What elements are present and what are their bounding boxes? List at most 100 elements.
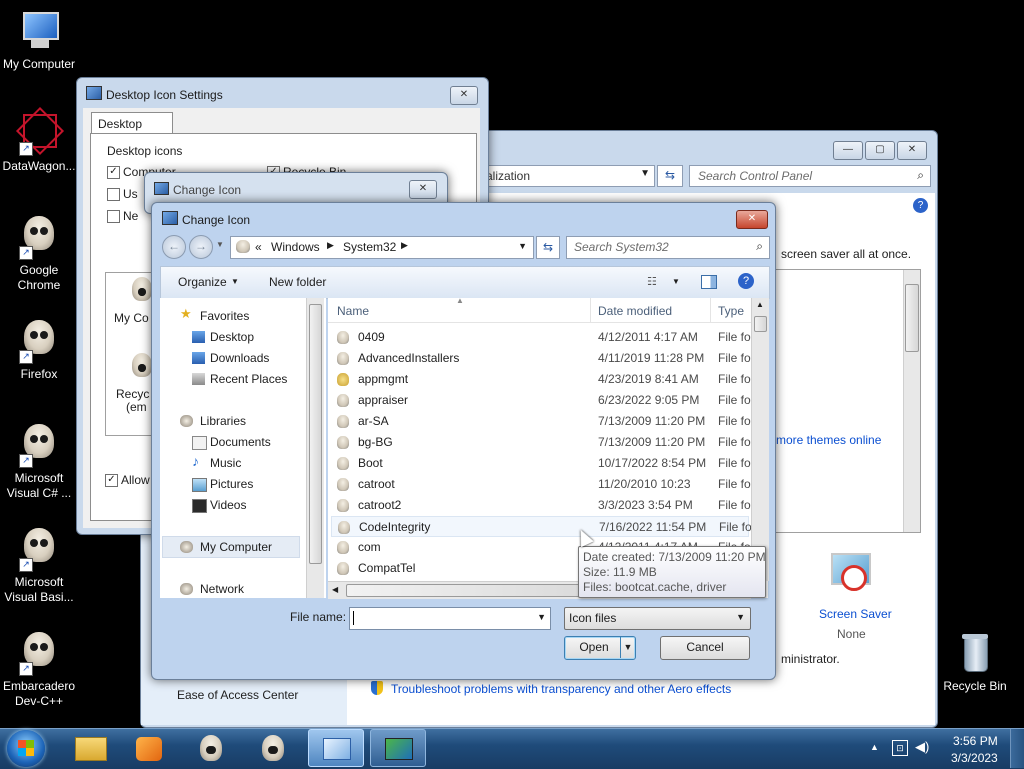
nav-downloads[interactable]: Downloads xyxy=(210,351,269,366)
desktop-icon-my-computer[interactable]: My Computer xyxy=(0,10,81,72)
allow-themes-checkbox[interactable]: ✓ xyxy=(105,474,118,487)
taskbar-explorer-button[interactable] xyxy=(62,729,118,767)
chevron-down-icon[interactable]: ▼ xyxy=(736,612,745,622)
taskbar-skull-app-button[interactable] xyxy=(246,729,302,767)
nav-my-computer[interactable]: My Computer xyxy=(200,540,272,555)
list-item[interactable]: catroot2 3/3/2023 3:54 PM File fol xyxy=(331,495,751,516)
search-control-panel-input[interactable]: Search Control Panel ⌕ xyxy=(689,165,931,187)
desktop-icon-recycle-bin[interactable]: Recycle Bin xyxy=(933,632,1017,694)
desktop-icon-visual-basic[interactable]: ↗ Microsoft Visual Basi... xyxy=(0,528,81,605)
list-item[interactable]: 0409 4/12/2011 4:17 AM File fol xyxy=(331,327,751,348)
nav-desktop[interactable]: Desktop xyxy=(210,330,254,345)
nav-scrollbar[interactable] xyxy=(306,298,324,598)
maximize-button[interactable]: ▢ xyxy=(865,141,895,160)
preview-pane-icon[interactable] xyxy=(701,275,717,289)
desktop-icon-chrome[interactable]: ↗ Google Chrome xyxy=(0,216,81,293)
breadcrumb-overflow[interactable]: « xyxy=(255,240,262,254)
volume-icon[interactable]: ◀) xyxy=(915,739,929,755)
show-desktop-button[interactable] xyxy=(1010,729,1024,768)
clock-time[interactable]: 3:56 PM xyxy=(953,734,998,748)
list-item[interactable]: ar-SA 7/13/2009 11:20 PM File fol xyxy=(331,411,751,432)
computer-checkbox[interactable]: ✓ xyxy=(107,166,120,179)
chevron-down-icon[interactable]: ▼ xyxy=(518,241,527,251)
scroll-left-icon[interactable]: ◀ xyxy=(332,585,338,594)
desktop-icon-dev-cpp[interactable]: ↗ Embarcadero Dev-C++ xyxy=(0,632,81,709)
cancel-button[interactable]: Cancel xyxy=(660,636,750,660)
view-icon[interactable]: ☷ xyxy=(647,275,657,288)
minimize-button[interactable]: — xyxy=(833,141,863,160)
column-name[interactable]: Name xyxy=(337,304,369,318)
refresh-button[interactable]: ⇆ xyxy=(536,236,560,259)
file-list-vertical-scrollbar[interactable]: ▲ xyxy=(751,298,769,581)
network-checkbox[interactable] xyxy=(107,210,120,223)
screen-saver-icon[interactable] xyxy=(827,551,873,595)
close-button[interactable]: ✕ xyxy=(736,210,768,229)
list-item[interactable]: AdvancedInstallers 4/11/2019 11:28 PM File… xyxy=(331,348,751,369)
screen-saver-link[interactable]: Screen Saver xyxy=(819,607,892,621)
chevron-right-icon[interactable]: ▶ xyxy=(327,240,334,251)
file-name-input[interactable]: ▼ xyxy=(349,607,551,630)
nav-pictures[interactable]: Pictures xyxy=(210,477,253,492)
list-item-hover[interactable]: CodeIntegrity 7/16/2022 11:54 PM File fol xyxy=(331,516,751,537)
desktop-icon-visual-csharp[interactable]: ↗ Microsoft Visual C# ... xyxy=(0,424,81,501)
network-icon[interactable]: ⊡ xyxy=(892,740,908,756)
back-button[interactable]: ← xyxy=(162,235,186,259)
scroll-up-icon[interactable]: ▲ xyxy=(756,300,764,309)
tab-desktop-icons[interactable]: Desktop Icons xyxy=(91,112,173,145)
breadcrumb-windows[interactable]: Windows xyxy=(271,240,320,254)
chevron-down-icon[interactable]: ▼ xyxy=(231,277,239,286)
list-item[interactable]: catroot 11/20/2010 10:23 File fol xyxy=(331,474,751,495)
column-type[interactable]: Type xyxy=(718,304,744,318)
nav-music[interactable]: Music xyxy=(210,456,241,471)
list-item[interactable]: bg-BG 7/13/2009 11:20 PM File fol xyxy=(331,432,751,453)
chevron-right-icon[interactable]: ▶ xyxy=(401,240,408,251)
refresh-button[interactable]: ⇆ xyxy=(657,165,683,187)
themes-scrollbar[interactable] xyxy=(903,270,920,532)
show-hidden-icons-icon[interactable]: ▲ xyxy=(870,742,879,752)
file-type-select[interactable]: Icon files ▼ xyxy=(564,607,751,630)
close-button[interactable]: ✕ xyxy=(897,141,927,160)
chevron-down-icon[interactable]: ▼ xyxy=(620,637,635,658)
nav-libraries[interactable]: Libraries xyxy=(200,414,246,429)
nav-favorites[interactable]: Favorites xyxy=(200,309,249,324)
chevron-down-icon[interactable]: ▼ xyxy=(216,240,224,249)
nav-network[interactable]: Network xyxy=(200,582,244,597)
close-button[interactable]: ✕ xyxy=(450,86,478,105)
help-icon[interactable]: ? xyxy=(913,198,928,213)
themes-list[interactable]: more themes online xyxy=(767,269,921,533)
chevron-down-icon[interactable]: ▼ xyxy=(672,277,680,286)
desktop-icon-datawagon[interactable]: ↗ DataWagon... xyxy=(0,106,81,174)
search-system32-input[interactable]: Search System32 ⌕ xyxy=(566,236,770,259)
nav-documents[interactable]: Documents xyxy=(210,435,271,450)
desktop-icon-firefox[interactable]: ↗ Firefox xyxy=(0,320,81,382)
nav-recent-places[interactable]: Recent Places xyxy=(210,372,287,387)
clock-date[interactable]: 3/3/2023 xyxy=(951,751,998,765)
navigation-pane[interactable]: ★ Favorites Desktop Downloads Recent Pla… xyxy=(160,298,326,598)
chevron-down-icon[interactable]: ▼ xyxy=(537,612,546,622)
taskbar-control-panel-button[interactable] xyxy=(308,729,364,767)
taskbar-personalization-button[interactable] xyxy=(370,729,426,767)
ease-of-access-link[interactable]: Ease of Access Center xyxy=(177,688,298,702)
forward-button[interactable]: → xyxy=(189,235,213,259)
list-item[interactable]: Boot 10/17/2022 8:54 PM File fol xyxy=(331,453,751,474)
taskbar-skull-app-button[interactable] xyxy=(184,729,240,767)
troubleshoot-link[interactable]: Troubleshoot problems with transparency … xyxy=(391,682,731,696)
get-more-themes-link[interactable]: more themes online xyxy=(776,433,881,447)
address-bar[interactable]: alization ▼ xyxy=(481,165,655,187)
column-date-modified[interactable]: Date modified xyxy=(598,304,672,318)
list-item[interactable]: appmgmt 4/23/2019 8:41 AM File fol xyxy=(331,369,751,390)
close-button[interactable]: ✕ xyxy=(409,180,437,199)
chevron-down-icon[interactable]: ▼ xyxy=(640,168,650,179)
taskbar-media-player-button[interactable] xyxy=(122,729,178,767)
help-icon[interactable]: ? xyxy=(738,273,754,289)
user-files-checkbox[interactable] xyxy=(107,188,120,201)
change-icon-dialog[interactable]: Change Icon ✕ ← → ▼ « Windows ▶ System32… xyxy=(151,202,776,680)
organize-button[interactable]: Organize xyxy=(178,275,227,289)
breadcrumb-system32[interactable]: System32 xyxy=(343,240,396,254)
open-button[interactable]: Open ▼ xyxy=(564,636,636,660)
new-folder-button[interactable]: New folder xyxy=(269,275,326,289)
list-item[interactable]: appraiser 6/23/2022 9:05 PM File fol xyxy=(331,390,751,411)
nav-videos[interactable]: Videos xyxy=(210,498,246,513)
breadcrumb[interactable]: « Windows ▶ System32 ▶ ▼ xyxy=(230,236,534,259)
start-button[interactable] xyxy=(7,730,45,767)
